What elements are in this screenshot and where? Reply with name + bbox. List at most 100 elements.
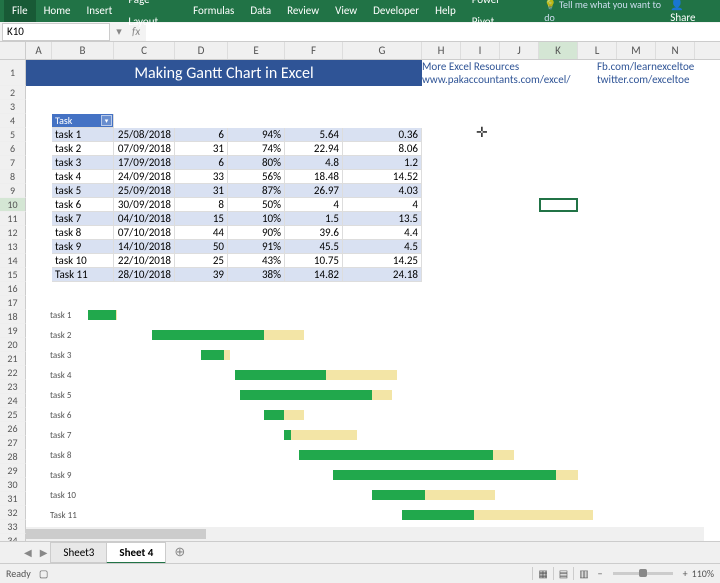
row-header[interactable]: 25 — [0, 408, 26, 422]
row-header[interactable]: 13 — [0, 240, 26, 254]
ribbon-tab-view[interactable]: View — [327, 0, 365, 22]
row-header[interactable]: 33 — [0, 520, 26, 534]
add-sheet-icon[interactable]: ⊕ — [166, 545, 193, 560]
row-header[interactable]: 12 — [0, 226, 26, 240]
ribbon-tab-home[interactable]: Home — [36, 0, 79, 22]
col-header-K[interactable]: K — [539, 42, 578, 59]
row-header[interactable]: 19 — [0, 324, 26, 338]
row-header[interactable]: 23 — [0, 380, 26, 394]
col-header-J[interactable]: J — [500, 42, 539, 59]
row-header[interactable]: 5 — [0, 128, 26, 142]
table-cell[interactable]: 4.4 — [343, 226, 422, 240]
row-header[interactable]: 32 — [0, 506, 26, 520]
row-header[interactable]: 2 — [0, 86, 26, 100]
row-header[interactable]: 27 — [0, 436, 26, 450]
table-cell[interactable]: 04/10/2018 — [114, 212, 175, 226]
table-cell[interactable]: 50 — [175, 240, 228, 254]
table-cell[interactable]: 13.5 — [343, 212, 422, 226]
table-cell[interactable]: task 3 — [52, 156, 114, 170]
table-cell[interactable]: 4.5 — [343, 240, 422, 254]
table-cell[interactable]: 22/10/2018 — [114, 254, 175, 268]
ribbon-tab-insert[interactable]: Insert — [79, 0, 121, 22]
row-header[interactable]: 28 — [0, 450, 26, 464]
table-cell[interactable]: 39 — [175, 268, 228, 282]
table-cell[interactable]: 07/09/2018 — [114, 142, 175, 156]
table-cell[interactable]: 5.64 — [285, 128, 343, 142]
tab-nav-prev-icon[interactable]: ◀ — [20, 546, 36, 559]
row-header[interactable]: 1 — [0, 60, 26, 86]
sheet-tab[interactable]: Sheet 4 — [106, 542, 166, 564]
table-cell[interactable]: 0.36 — [343, 128, 422, 142]
table-cell[interactable]: 1.5 — [285, 212, 343, 226]
table-cell[interactable]: 14.52 — [343, 170, 422, 184]
col-header-G[interactable]: G — [343, 42, 422, 59]
table-cell[interactable]: 8 — [175, 198, 228, 212]
table-cell[interactable]: 6 — [175, 128, 228, 142]
row-header[interactable]: 15 — [0, 268, 26, 282]
view-layout-icon[interactable]: ▤ — [553, 567, 573, 580]
table-cell[interactable]: 94% — [228, 128, 285, 142]
table-cell[interactable]: 17/09/2018 — [114, 156, 175, 170]
tell-me[interactable]: Tell me what you want to do — [528, 0, 662, 24]
table-cell[interactable]: 15 — [175, 212, 228, 226]
col-header-F[interactable]: F — [285, 42, 343, 59]
table-cell[interactable]: 28/10/2018 — [114, 268, 175, 282]
col-header-A[interactable]: A — [26, 42, 52, 59]
row-header[interactable]: 4 — [0, 114, 26, 128]
table-cell[interactable]: Task 11 — [52, 268, 114, 282]
ribbon-tab-file[interactable]: File — [4, 0, 36, 22]
row-header[interactable]: 21 — [0, 352, 26, 366]
row-header[interactable]: 9 — [0, 184, 26, 198]
view-break-icon[interactable]: ▥ — [573, 567, 593, 580]
row-header[interactable]: 7 — [0, 156, 26, 170]
table-cell[interactable]: task 4 — [52, 170, 114, 184]
table-cell[interactable]: 24/09/2018 — [114, 170, 175, 184]
ribbon-tab-developer[interactable]: Developer — [365, 0, 427, 22]
zoom-out-icon[interactable]: − — [594, 567, 607, 580]
table-cell[interactable]: 25/09/2018 — [114, 184, 175, 198]
table-cell[interactable]: 91% — [228, 240, 285, 254]
row-header[interactable]: 22 — [0, 366, 26, 380]
row-header[interactable]: 6 — [0, 142, 26, 156]
zoom-slider[interactable] — [613, 572, 673, 575]
table-cell[interactable]: 43% — [228, 254, 285, 268]
table-cell[interactable]: 26.97 — [285, 184, 343, 198]
table-cell[interactable]: task 2 — [52, 142, 114, 156]
col-header-D[interactable]: D — [175, 42, 228, 59]
zoom-level[interactable]: 110% — [692, 567, 714, 580]
col-header-M[interactable]: M — [617, 42, 656, 59]
name-box[interactable] — [2, 23, 110, 41]
col-header-N[interactable]: N — [656, 42, 695, 59]
row-header[interactable]: 29 — [0, 464, 26, 478]
table-cell[interactable]: 44 — [175, 226, 228, 240]
table-cell[interactable]: task 5 — [52, 184, 114, 198]
filter-dropdown-icon[interactable]: ▾ — [101, 115, 112, 126]
table-cell[interactable]: 90% — [228, 226, 285, 240]
table-cell[interactable]: 31 — [175, 142, 228, 156]
table-cell[interactable]: 24.18 — [343, 268, 422, 282]
ribbon-tab-formulas[interactable]: Formulas — [185, 0, 242, 22]
table-cell[interactable]: 50% — [228, 198, 285, 212]
table-cell[interactable]: 39.6 — [285, 226, 343, 240]
table-cell[interactable]: 14/10/2018 — [114, 240, 175, 254]
row-header[interactable]: 3 — [0, 100, 26, 114]
col-header-E[interactable]: E — [228, 42, 285, 59]
table-cell[interactable]: task 1 — [52, 128, 114, 142]
table-cell[interactable]: 56% — [228, 170, 285, 184]
table-cell[interactable]: task 9 — [52, 240, 114, 254]
table-cell[interactable]: 38% — [228, 268, 285, 282]
namebox-dropdown-icon[interactable]: ▾ — [112, 25, 126, 38]
table-cell[interactable]: task 8 — [52, 226, 114, 240]
row-header[interactable]: 26 — [0, 422, 26, 436]
tab-nav-next-icon[interactable]: ▶ — [36, 546, 52, 559]
table-cell[interactable]: 14.25 — [343, 254, 422, 268]
table-cell[interactable]: 87% — [228, 184, 285, 198]
row-header[interactable]: 30 — [0, 478, 26, 492]
share-button[interactable]: Share — [662, 0, 716, 24]
table-cell[interactable]: 18.48 — [285, 170, 343, 184]
row-header[interactable]: 11 — [0, 212, 26, 226]
table-cell[interactable]: 1.2 — [343, 156, 422, 170]
table-cell[interactable]: 4 — [343, 198, 422, 212]
view-normal-icon[interactable]: ▦ — [532, 567, 552, 580]
table-cell[interactable]: 25/08/2018 — [114, 128, 175, 142]
